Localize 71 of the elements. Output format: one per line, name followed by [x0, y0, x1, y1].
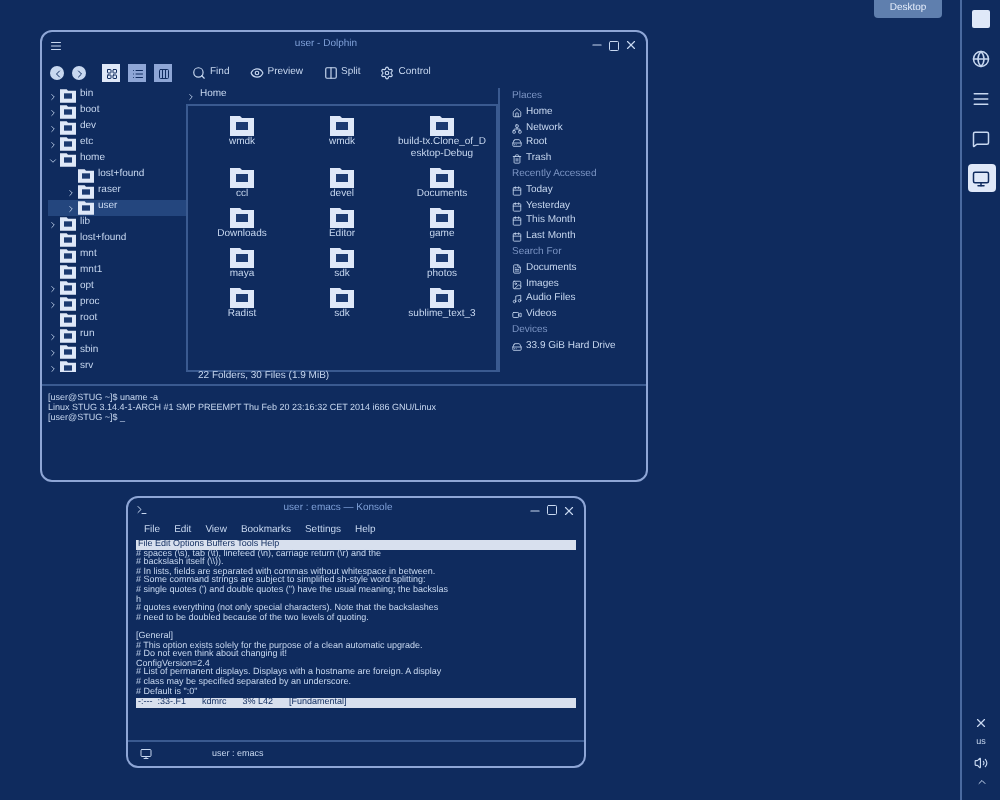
expander-icon[interactable] [66, 203, 76, 213]
folder-icon [230, 206, 254, 228]
maximize-icon[interactable] [546, 504, 558, 516]
forward-button[interactable] [72, 66, 86, 80]
expander-icon[interactable] [48, 331, 58, 341]
columns-icon [157, 67, 169, 79]
menu-icon[interactable] [50, 39, 62, 51]
folder-icon [430, 206, 454, 228]
folder-icon [430, 166, 454, 188]
expander-icon[interactable] [48, 363, 58, 372]
back-button[interactable] [50, 66, 64, 80]
view-mode-button[interactable] [128, 64, 146, 82]
grid-icon [105, 67, 117, 79]
calendar-icon [512, 186, 522, 197]
folder-icon [230, 286, 254, 308]
calendar-icon [512, 201, 522, 212]
folder-icon [430, 286, 454, 308]
view-mode-button[interactable] [102, 64, 120, 82]
expander-icon[interactable] [48, 347, 58, 357]
music-icon [512, 294, 522, 305]
columns-icon [323, 66, 338, 80]
folder-icon [330, 206, 354, 228]
gear-icon [380, 66, 395, 80]
launcher-button[interactable] [967, 4, 995, 32]
terminal-tab-icon [140, 748, 152, 760]
home-icon [512, 108, 522, 119]
folder-icon [230, 246, 254, 268]
minimize-icon[interactable] [590, 38, 604, 52]
folder-icon [330, 286, 354, 308]
expand-icon[interactable] [975, 776, 987, 788]
view-mode-button[interactable] [154, 64, 172, 82]
eye-icon [249, 66, 264, 80]
expander-icon[interactable] [48, 91, 58, 101]
document-icon [512, 264, 522, 275]
folder-icon [330, 246, 354, 268]
calendar-icon [512, 231, 522, 242]
close-icon[interactable] [562, 503, 576, 517]
terminal-icon [136, 504, 148, 516]
drive-icon [512, 342, 522, 353]
globe-icon [972, 49, 990, 67]
maximize-icon[interactable] [608, 39, 620, 51]
list-icon [972, 89, 990, 107]
expander-icon[interactable] [48, 155, 58, 165]
close-icon[interactable] [974, 716, 988, 731]
folder-icon [430, 114, 454, 136]
folder-icon [230, 166, 254, 188]
expander-icon[interactable] [48, 299, 58, 309]
expander-icon[interactable] [48, 219, 58, 229]
search-icon [192, 66, 206, 80]
expander-icon[interactable] [48, 283, 58, 293]
image-icon [512, 279, 522, 290]
volume-icon[interactable] [974, 756, 988, 770]
folder-icon [330, 114, 354, 136]
drive-icon [512, 138, 522, 149]
list-icon [131, 67, 143, 79]
close-icon[interactable] [624, 38, 638, 52]
logo [972, 9, 990, 27]
folder-icon [430, 246, 454, 268]
video-icon [512, 309, 522, 320]
expander-icon[interactable] [48, 123, 58, 133]
folder-icon [330, 166, 354, 188]
network-icon [512, 123, 522, 134]
expander-icon[interactable] [48, 107, 58, 117]
folder-icon [230, 114, 254, 136]
expander-icon[interactable] [66, 187, 76, 197]
chat-icon [972, 129, 990, 147]
launcher-button[interactable] [967, 164, 995, 192]
expander-icon[interactable] [48, 139, 58, 149]
monitor-icon [972, 169, 990, 187]
trash-icon [512, 153, 522, 164]
calendar-icon [512, 216, 522, 227]
